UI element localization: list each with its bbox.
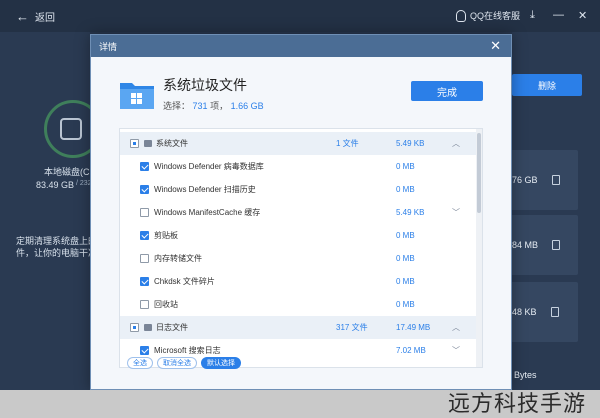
row-label: Windows ManifestCache 缓存 [154,208,261,217]
chevron-down-icon[interactable]: ﹀ [452,345,460,356]
select-prefix: 选择： [163,101,191,111]
download-icon[interactable]: ⤓ [530,9,535,22]
select-count: 731 [192,101,208,111]
checkbox[interactable] [140,185,149,194]
size-card: 48 KB [506,282,578,342]
close-app-button[interactable]: ✕ [578,9,587,22]
list-item[interactable]: 内存转储文件 0 MB [120,247,476,270]
chevron-down-icon[interactable]: ﹀ [452,207,460,218]
filter-bar: 全选 取消全选 默认选择 [119,357,483,371]
size-card: 84 MB [506,215,578,275]
list-item[interactable]: Windows Defender 病毒数据库 0 MB [120,155,476,178]
size-value: 48 KB [512,307,537,317]
checkbox[interactable] [140,300,149,309]
watermark: 远方科技手游 [448,391,587,416]
dialog-header: 系统垃圾文件 选择： 731 项， 1.66 GB 完成 [91,57,511,135]
row-label: 剪贴板 [154,231,178,240]
folder-icon [144,324,152,331]
row-label: 回收站 [154,300,178,309]
row-label: 日志文件 [156,323,188,332]
details-dialog: 详情 ✕ 系统垃圾文件 选择： 731 项， 1.66 GB 完成 系统文件 1 … [90,34,512,390]
file-count: 317 文件 [336,323,368,332]
arrow-left-icon: ← [16,8,29,24]
checkbox[interactable] [140,231,149,240]
document-icon[interactable] [551,175,560,185]
row-size: 5.49 KB [396,208,425,217]
group-row[interactable]: 系统文件 1 文件 5.49 KB ︿ [120,132,476,155]
scrollbar[interactable] [476,129,482,367]
size-value: 84 MB [512,240,539,250]
sidebar [0,32,90,418]
qq-support-link[interactable]: QQ在线客服 [456,9,520,22]
size-value: 76 GB [512,175,538,185]
back-button[interactable]: ← 返回 [16,9,55,24]
back-label: 返回 [35,12,55,24]
chevron-up-icon[interactable]: ︿ [452,322,460,333]
group-row[interactable]: 日志文件 317 文件 17.49 MB ︿ [120,316,476,339]
bytes-label: Bytes [514,370,537,380]
row-label: 系统文件 [156,139,188,148]
close-icon[interactable]: ✕ [490,38,501,54]
size-card: 76 GB [506,150,578,210]
list-item[interactable]: 剪贴板 0 MB [120,224,476,247]
done-button[interactable]: 完成 [411,81,483,101]
row-size: 0 MB [396,162,415,171]
disk-label: 本地磁盘(C [44,167,90,177]
row-label: Microsoft 搜索日志 [154,346,221,355]
row-size: 7.02 MB [396,346,426,355]
row-label: Windows Defender 扫描历史 [154,185,256,194]
dialog-title-bar: 详情 [91,35,511,57]
row-size: 17.49 MB [396,323,431,332]
document-icon[interactable] [550,307,559,317]
row-size: 0 MB [396,185,415,194]
list-item[interactable]: Windows ManifestCache 缓存 5.49 KB ﹀ [120,201,476,224]
qq-icon [456,9,466,22]
row-size: 0 MB [396,231,415,240]
checkbox[interactable] [140,277,149,286]
checkbox[interactable] [140,346,149,355]
select-size: 1.66 GB [230,101,264,111]
scroll-thumb[interactable] [477,133,481,213]
list-item[interactable]: 回收站 0 MB [120,293,476,316]
checkbox[interactable] [140,254,149,263]
selection-summary: 选择： 731 项， 1.66 GB [163,99,264,112]
delete-button[interactable]: 删除 [512,74,582,96]
row-size: 0 MB [396,300,415,309]
default-select-chip[interactable]: 默认选择 [201,357,241,369]
row-size: 0 MB [396,277,415,286]
file-count: 1 文件 [336,139,359,148]
list-item[interactable]: Windows Defender 扫描历史 0 MB [120,178,476,201]
dialog-heading: 系统垃圾文件 [163,77,247,93]
row-size: 0 MB [396,254,415,263]
document-icon[interactable] [552,240,561,250]
disk-size: 83.49 GB [36,180,75,190]
minimize-button[interactable]: — [553,9,564,21]
folder-icon [144,140,152,147]
row-size: 5.49 KB [396,139,425,148]
checkbox[interactable] [130,139,139,148]
checkbox[interactable] [140,208,149,217]
row-label: Chkdsk 文件碎片 [154,277,215,286]
qq-label: QQ在线客服 [470,11,521,21]
list-item[interactable]: Chkdsk 文件碎片 0 MB [120,270,476,293]
checkbox[interactable] [130,323,139,332]
checkbox[interactable] [140,162,149,171]
row-label: Windows Defender 病毒数据库 [154,162,264,171]
select-all-chip[interactable]: 全选 [127,357,153,369]
disk-icon [60,118,82,140]
folder-icon [120,83,154,109]
deselect-all-chip[interactable]: 取消全选 [157,357,197,369]
row-label: 内存转储文件 [154,254,202,263]
file-list: 系统文件 1 文件 5.49 KB ︿ Windows Defender 病毒数据库 0 … [119,128,483,368]
select-sep: 项， [210,101,229,111]
dialog-title: 详情 [99,41,118,52]
tip-line2: 件，让你的电脑干净 [16,248,98,258]
chevron-up-icon[interactable]: ︿ [452,138,460,149]
